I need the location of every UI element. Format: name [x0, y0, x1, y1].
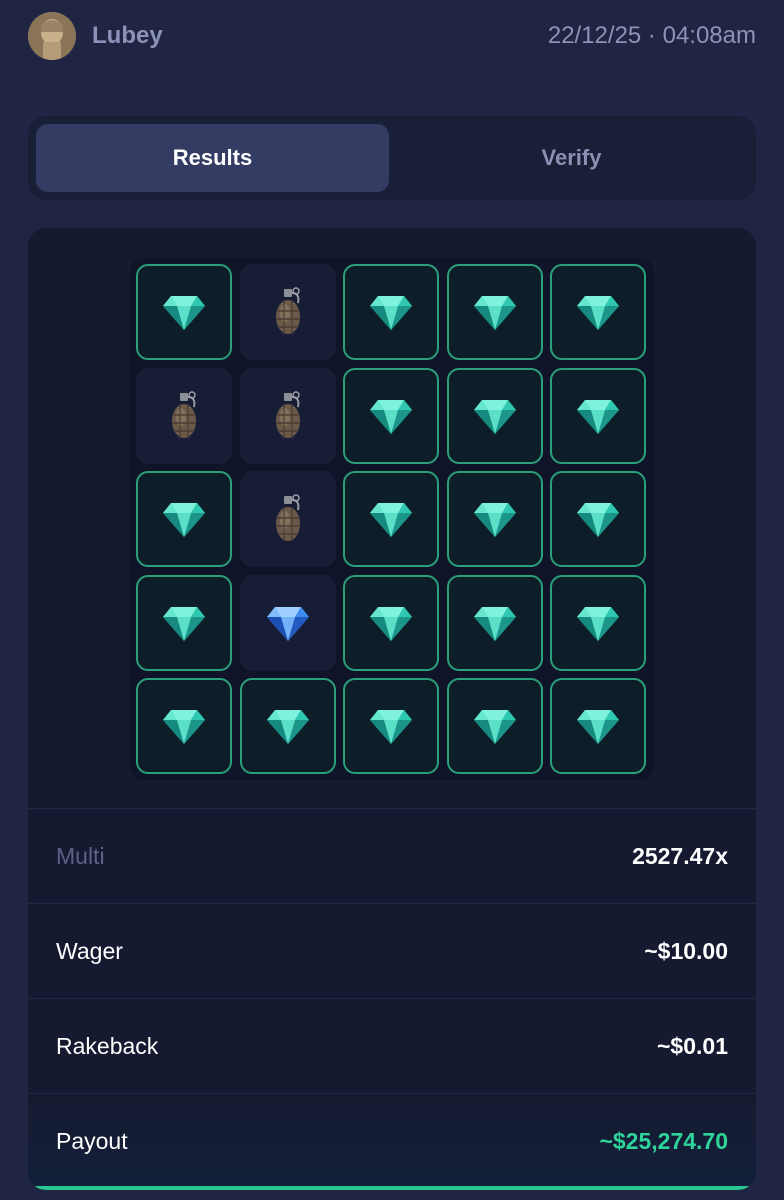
gem-tile[interactable]	[239, 678, 336, 774]
gem-tile[interactable]	[343, 678, 439, 774]
gem-tile[interactable]	[446, 678, 543, 774]
mine-tile[interactable]	[239, 264, 336, 360]
wager-label: Wager	[56, 938, 123, 964]
gem-tile[interactable]	[550, 367, 646, 464]
stat-row-wager: Wager ~$10.00	[28, 903, 756, 998]
gem-tile[interactable]	[550, 574, 646, 671]
stats-list: Multi 2527.47x Wager ~$10.00 Rakeback ~$…	[28, 808, 756, 1190]
gem-tile[interactable]	[446, 264, 543, 360]
rakeback-label: Rakeback	[56, 1033, 159, 1059]
rakeback-value: ~$0.01	[657, 1033, 728, 1059]
gem-tile[interactable]	[446, 367, 543, 464]
gem-tile[interactable]	[550, 264, 646, 360]
timestamp: 22/12/25 · 04:08am	[547, 22, 756, 49]
gem-tile[interactable]	[446, 574, 543, 671]
multi-value: 2527.47x	[632, 843, 728, 869]
payout-accent-line	[28, 1186, 756, 1190]
gem-tile[interactable]	[136, 574, 232, 671]
gem-tile[interactable]	[343, 471, 439, 567]
tab-verify[interactable]: Verify	[395, 124, 748, 192]
unrevealed-gem-tile[interactable]	[239, 574, 336, 671]
stat-row-payout: Payout ~$25,274.70	[28, 1093, 756, 1190]
stat-row-rakeback: Rakeback ~$0.01	[28, 998, 756, 1093]
tab-results[interactable]: Results	[36, 124, 389, 192]
gem-tile[interactable]	[343, 367, 439, 464]
payout-value: ~$25,274.70	[599, 1128, 728, 1154]
results-card: Multi 2527.47x Wager ~$10.00 Rakeback ~$…	[28, 228, 756, 1190]
wager-value: ~$10.00	[644, 938, 728, 964]
mine-tile[interactable]	[136, 367, 232, 464]
mines-board	[130, 258, 654, 780]
gem-tile[interactable]	[136, 264, 232, 360]
gem-tile[interactable]	[446, 471, 543, 567]
gem-tile[interactable]	[343, 574, 439, 671]
multi-label: Multi	[56, 843, 105, 869]
gem-tile[interactable]	[550, 678, 646, 774]
gem-tile[interactable]	[136, 471, 232, 567]
mine-tile[interactable]	[239, 367, 336, 464]
gem-tile[interactable]	[550, 471, 646, 567]
tab-bar: Results Verify	[28, 116, 756, 200]
gem-tile[interactable]	[136, 678, 232, 774]
header: Lubey 22/12/25 · 04:08am	[0, 0, 784, 74]
mine-tile[interactable]	[239, 471, 336, 567]
payout-label: Payout	[56, 1128, 128, 1154]
avatar[interactable]	[28, 12, 76, 60]
username[interactable]: Lubey	[92, 22, 163, 50]
gem-tile[interactable]	[343, 264, 439, 360]
avatar-icon	[28, 12, 76, 60]
stat-row-multi: Multi 2527.47x	[28, 808, 756, 903]
